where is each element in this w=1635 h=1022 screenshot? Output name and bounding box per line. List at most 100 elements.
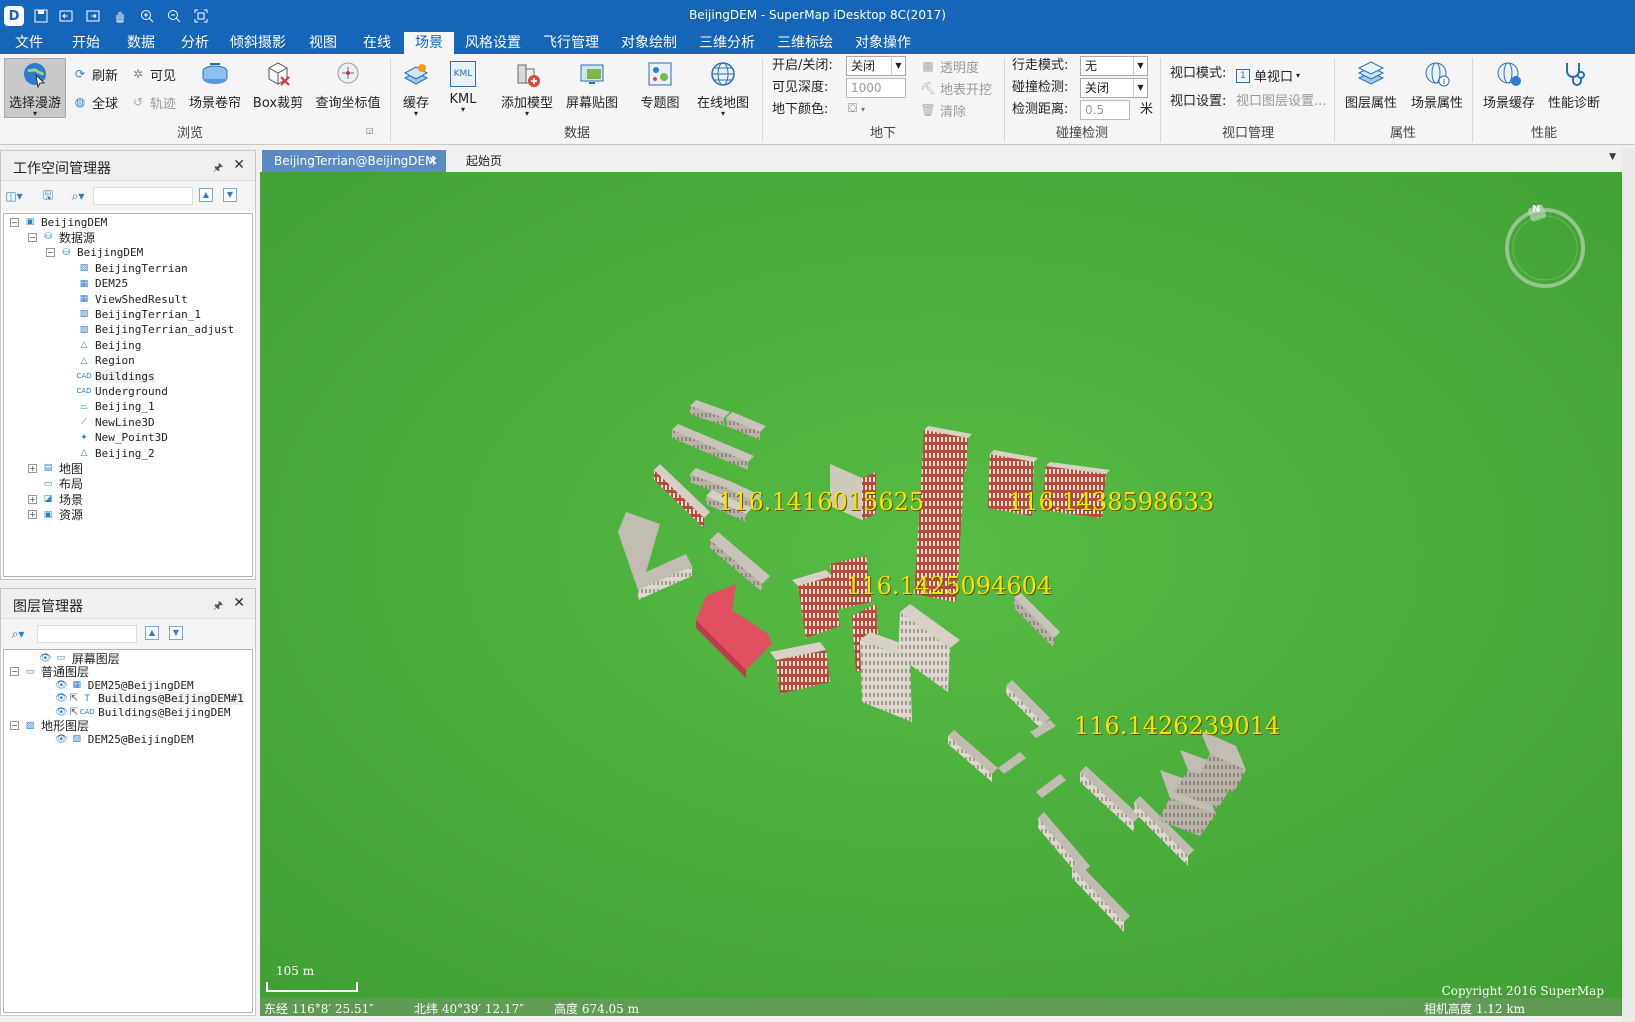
add-model-button[interactable]: 添加模型 ▾ [494, 58, 560, 118]
expand-icon[interactable]: + [28, 494, 37, 504]
compass-icon[interactable]: N [1501, 204, 1589, 292]
tree-node[interactable]: ⟋ NewLine3D [64, 414, 155, 430]
tab-start[interactable]: 开始 [62, 32, 110, 54]
track-button[interactable]: ↺ 轨迹 [130, 92, 176, 112]
tree-node[interactable]: 👁 ▨ DEM25@BeijingDEM [42, 731, 194, 747]
walk-mode-select[interactable]: 无 ▼ [1080, 56, 1148, 76]
collapse-icon[interactable]: − [10, 217, 19, 227]
tree-node[interactable]: ⏢ Beijing_1 [64, 399, 154, 415]
kml-button[interactable]: KML KML ▾ [442, 58, 484, 118]
underground-onoff-select[interactable]: 关闭 ▼ [846, 56, 906, 76]
expand-icon[interactable]: + [28, 510, 37, 520]
tree-node[interactable]: + ▣ 资源 [28, 507, 83, 523]
tree-node[interactable]: ▨ BeijingTerrian [64, 260, 188, 276]
close-icon[interactable]: ✕ [233, 157, 245, 173]
selectable-cursor-icon[interactable]: ⇱ [70, 693, 78, 704]
visibility-eye-icon[interactable]: 👁 [55, 734, 68, 745]
full-globe-button[interactable]: ◍ 全球 [72, 92, 118, 112]
select-roam-button[interactable]: 选择漫游 ▾ [4, 58, 66, 118]
tab-list-dropdown-icon[interactable]: ▼ [1609, 152, 1616, 162]
collapse-icon[interactable]: − [46, 248, 55, 258]
tree-node[interactable]: ▨ BeijingTerrian_adjust [64, 322, 234, 338]
tree-node[interactable]: + ▤ 地图 [28, 460, 83, 476]
layer-properties-button[interactable]: 图层属性 [1340, 58, 1402, 118]
tree-node[interactable]: △ Beijing [64, 337, 142, 353]
tab-analysis[interactable]: 分析 [170, 32, 220, 54]
pin-icon[interactable]: 🖈 [213, 597, 223, 616]
paint-bucket-icon[interactable]: ⛋ ▾ [848, 101, 865, 116]
tab-file[interactable]: 文件 [4, 32, 54, 54]
tab-3d-analysis[interactable]: 三维分析 [694, 32, 760, 54]
tree-node[interactable]: CAD Buildings [64, 368, 155, 384]
tab-oblique-photography[interactable]: 倾斜摄影 [226, 32, 290, 54]
tree-node[interactable]: CAD Underground [64, 383, 167, 399]
selectable-cursor-icon[interactable]: ⇱ [70, 707, 78, 718]
tree-node[interactable]: + ◪ 场景 [28, 491, 83, 507]
detect-distance-input[interactable]: 0.5 [1080, 100, 1130, 120]
arrow-down-icon[interactable]: ▼ [169, 626, 183, 640]
arrow-up-icon[interactable]: ▲ [199, 188, 213, 202]
tab-online[interactable]: 在线 [352, 32, 402, 54]
tab-object-operations[interactable]: 对象操作 [848, 32, 918, 54]
save-workspace-icon[interactable]: 🖫 [39, 188, 57, 204]
search-icon[interactable]: ⌕▾ [69, 188, 87, 204]
scene-viewport[interactable]: 116.1416015625 116.1438598633 116.142509… [260, 172, 1622, 1016]
open-workspace-icon[interactable]: ◫▾ [5, 188, 23, 204]
tab-flight-management[interactable]: 飞行管理 [538, 32, 604, 54]
tab-view[interactable]: 视图 [298, 32, 348, 54]
tree-node[interactable]: ▦ ViewShedResult [64, 291, 188, 307]
tab-scene[interactable]: 场景 [404, 32, 454, 54]
collapse-icon[interactable]: − [10, 721, 19, 730]
tab-start-page[interactable]: 起始页 [454, 150, 514, 172]
arrow-down-icon[interactable]: ▼ [223, 188, 237, 202]
visibility-eye-icon[interactable]: 👁 [39, 653, 52, 664]
tree-node[interactable]: − ⛁ 数据源 [28, 229, 95, 245]
visibility-eye-icon[interactable]: 👁 [55, 693, 68, 704]
refresh-button[interactable]: ⟳ 刷新 [72, 64, 118, 84]
tree-node[interactable]: − ⛁ BeijingDEM [46, 245, 143, 261]
visibility-eye-icon[interactable]: 👁 [55, 680, 68, 691]
scene-properties-button[interactable]: 场景属性 [1406, 58, 1468, 118]
search-icon[interactable]: ⌕▾ [9, 626, 27, 642]
group-launcher-icon[interactable]: ◲ [366, 126, 374, 135]
viewport-layer-settings-button[interactable]: 视口图层设置... [1236, 92, 1326, 112]
cache-button[interactable]: 缓存 ▾ [394, 58, 438, 118]
query-coordinate-button[interactable]: 查询坐标值 [310, 58, 386, 118]
tree-node[interactable]: ▨ BeijingTerrian_1 [64, 306, 201, 322]
collision-detect-select[interactable]: 关闭 ▼ [1080, 78, 1148, 98]
visibility-eye-icon[interactable]: 👁 [55, 707, 68, 718]
workspace-search-input[interactable] [93, 187, 193, 205]
screen-paste-button[interactable]: 屏幕贴图 [562, 58, 622, 118]
box-clip-button[interactable]: Box裁剪 [248, 58, 308, 118]
tree-node[interactable]: △ Region [64, 353, 135, 369]
visible-button[interactable]: ✲ 可见 [130, 64, 176, 84]
tab-object-drawing[interactable]: 对象绘制 [614, 32, 684, 54]
arrow-up-icon[interactable]: ▲ [145, 626, 159, 640]
tab-3d-plotting[interactable]: 三维标绘 [772, 32, 838, 54]
scene-roller-button[interactable]: 场景卷帘 [184, 58, 246, 118]
online-map-button[interactable]: 在线地图 ▾ [690, 58, 756, 118]
clear-button[interactable]: 🗑 清除 [920, 100, 966, 120]
visible-depth-input[interactable]: 1000 [846, 78, 906, 98]
performance-diagnosis-button[interactable]: 性能诊断 [1542, 58, 1606, 118]
tree-node[interactable]: △ Beijing_2 [64, 445, 155, 461]
tab-data[interactable]: 数据 [116, 32, 166, 54]
transparency-button[interactable]: ▩ 透明度 [920, 56, 979, 76]
tab-style-settings[interactable]: 风格设置 [460, 32, 526, 54]
tree-node[interactable]: ▭ 布局 [28, 476, 83, 492]
surface-dig-button[interactable]: ⛏ 地表开挖 [920, 78, 992, 98]
layer-search-input[interactable] [37, 625, 137, 643]
pin-icon[interactable]: 🖈 [213, 159, 223, 178]
close-icon[interactable]: ✕ [428, 150, 438, 172]
tab-scene-document[interactable]: BeijingTerrian@BeijingDEM ✕ [262, 150, 446, 172]
tree-node[interactable]: ✦ New_Point3D [64, 430, 168, 446]
collapse-icon[interactable]: − [28, 232, 37, 242]
tree-node[interactable]: − ▣ BeijingDEM [10, 214, 107, 230]
thematic-map-button[interactable]: 专题图 [636, 58, 684, 118]
scene-cache-button[interactable]: 场景缓存 [1478, 58, 1540, 118]
close-icon[interactable]: ✕ [233, 595, 245, 611]
expand-icon[interactable]: + [28, 463, 37, 473]
viewport-mode-select[interactable]: 1 单视口 ▾ [1236, 66, 1300, 85]
collapse-icon[interactable]: − [10, 667, 19, 676]
tree-node[interactable]: ▦ DEM25 [64, 276, 128, 292]
